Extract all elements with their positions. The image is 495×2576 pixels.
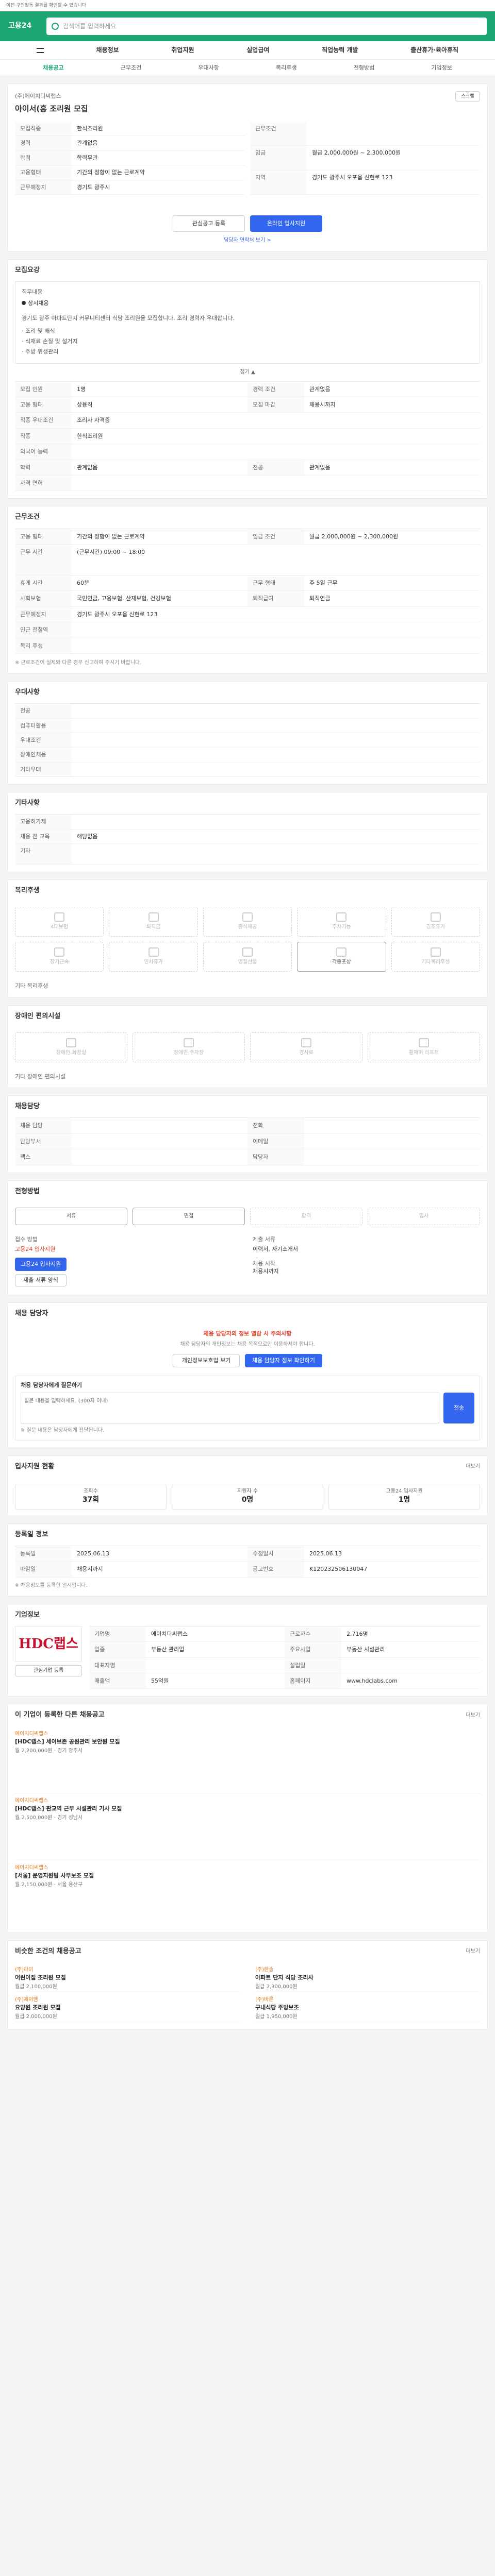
tab-item[interactable]: 근무조건 xyxy=(121,64,141,72)
job-card[interactable]: 에이치디씨랩스 [서울] 운영지원팀 사무보조 모집 월 2,150,000원 · … xyxy=(15,1860,480,1927)
recruiter-section: 채용담당 채용 담당 전화 담당부서 이메일 팩스 담당자 xyxy=(7,1095,488,1173)
summary-left: 모집직종 한식조리원 경력 관계없음 학력 학력무관 고용형태 기간의 정함이 없는 근… xyxy=(15,122,245,195)
tab-item[interactable]: 복리후생 xyxy=(276,64,296,72)
preference-section: 우대사항 전공 컴퓨터활용 우대조건 장애인채용 기타우대 xyxy=(7,681,488,785)
registration-section: 등록일 정보 등록일 2025.06.13 수정일시 2025.06.13 마감일 채용… xyxy=(7,1523,488,1597)
facility-item: 휠체어 리프트 xyxy=(368,1032,480,1062)
welfare-item: 기타복리후생 xyxy=(391,942,480,972)
job-card[interactable]: (주)바른 구내식당 주방보조 월급 1,950,000원 xyxy=(255,1992,480,2022)
welfare-section: 복리후생 4대보험 퇴직금 중식제공 주차가능 경조휴가 장기근속 연차휴가 명… xyxy=(7,879,488,998)
favorite-button[interactable]: 관심공고 등록 xyxy=(173,215,245,232)
step-item: 합격 xyxy=(250,1207,362,1225)
fold-toggle[interactable]: 접기 ▲ xyxy=(8,369,487,376)
facility-item: 장애인 화장실 xyxy=(15,1032,127,1062)
accessibility-section: 장애인 편의시설 장애인 화장실 장애인 주차장 경사로 휠체어 리프트 기타 … xyxy=(7,1005,488,1089)
contact-section: 채용 담당자 채용 담당자의 정보 열람 시 주의사항 채용 담당자의 개인정보… xyxy=(7,1302,488,1448)
apply-status-section: 입사지원 현황 더보기 조회수 37회 지원자 수 0명 고용24 입사지원 1명 xyxy=(7,1455,488,1516)
tab-item[interactable]: 우대사항 xyxy=(198,64,219,72)
tab-item[interactable]: 전형방법 xyxy=(354,64,374,72)
view-contact-button[interactable]: 채용 담당자 정보 확인하기 xyxy=(244,1354,322,1368)
recruit-section: 모집요강 직무내용 상시채용 경기도 광주 아파트단지 커뮤니티센터 식당 조리… xyxy=(7,259,488,499)
main-nav: 채용정보 취업지원 실업급여 직업능력 개발 출산휴가·육아휴직 xyxy=(0,41,495,60)
welfare-item: 각종포상 xyxy=(297,942,386,972)
similar-jobs-section: 비슷한 조건의 채용공고 더보기 (주)라미 어린이집 조리원 모집 월급 2,100… xyxy=(7,1940,488,2030)
scrap-button[interactable]: 스크랩 xyxy=(455,91,480,101)
job-card[interactable]: 에이치디씨랩스 [HDC랩스] 세이브존 공원관리 보안원 모집 월 2,200,0… xyxy=(15,1726,480,1793)
method-section: 전형방법 서류 면접 합격 입사 접수 방법 고용24 입사지원 고용24 입사… xyxy=(7,1180,488,1295)
etc-section: 기타사항 고용허가제 채용 전 교육 해당없음 기타 xyxy=(7,792,488,873)
job-card[interactable]: (주)라미 어린이집 조리원 모집 월급 2,100,000원 xyxy=(15,1962,240,1992)
tab-item[interactable]: 채용공고 xyxy=(43,64,63,72)
nav-item[interactable]: 직업능력 개발 xyxy=(322,46,358,55)
welfare-item: 명절선물 xyxy=(203,942,292,972)
welfare-item: 중식제공 xyxy=(203,907,292,937)
step-item: 입사 xyxy=(368,1207,480,1225)
question-input[interactable] xyxy=(21,1392,439,1423)
conditions-section: 근무조건 고용 형태 기간의 정함이 없는 근로계약 임금 조건 월급 2,000,0… xyxy=(7,506,488,674)
header-bar: 고용24 검색어를 입력하세요 xyxy=(0,11,495,41)
facility-item: 경사로 xyxy=(250,1032,362,1062)
nav-item[interactable]: 출산휴가·육아휴직 xyxy=(410,46,458,55)
other-jobs-section: 이 기업이 등록한 다른 채용공고 더보기 에이치디씨랩스 [HDC랩스] 세이브존… xyxy=(7,1704,488,1933)
follow-company-button[interactable]: 관심기업 등록 xyxy=(15,1665,82,1676)
section-tabs: 채용공고 근무조건 우대사항 복리후생 전형방법 기업정보 xyxy=(0,60,495,76)
contact-link[interactable]: 담당자 연락처 보기 > xyxy=(15,237,480,244)
step-item: 면접 xyxy=(133,1207,245,1225)
job-card[interactable]: (주)한솔 아파트 단지 식당 조리사 월급 2,300,000원 xyxy=(255,1962,480,1992)
site-logo[interactable]: 고용24 xyxy=(8,21,41,31)
welfare-item: 경조휴가 xyxy=(391,907,480,937)
top-notice: 이전 구인활동 결과를 확인할 수 있습니다 xyxy=(0,0,495,11)
nav-item[interactable]: 취업지원 xyxy=(171,46,194,55)
form-download-button[interactable]: 제출 서류 양식 xyxy=(15,1274,67,1286)
menu-icon[interactable] xyxy=(36,47,44,53)
facility-item: 장애인 주차장 xyxy=(133,1032,245,1062)
apply-button[interactable]: 온라인 입사지원 xyxy=(250,215,322,232)
search-icon xyxy=(52,23,59,30)
job-card[interactable]: (주)제이엠 요양원 조리원 모집 월급 2,000,000원 xyxy=(15,1992,240,2022)
welfare-item: 연차휴가 xyxy=(109,942,198,972)
send-button[interactable]: 전송 xyxy=(443,1392,474,1423)
company-section: 기업정보 HDC랩스 관심기업 등록 기업명 에이치디씨랩스 근로자수 2,716명 … xyxy=(7,1603,488,1697)
step-item: 서류 xyxy=(15,1207,127,1225)
company-logo: HDC랩스 xyxy=(15,1625,82,1662)
company-name: (주)에이치디씨랩스 xyxy=(15,93,61,100)
privacy-button[interactable]: 개인정보보호법 보기 xyxy=(173,1354,240,1368)
welfare-item: 주차가능 xyxy=(297,907,386,937)
search-input[interactable]: 검색어를 입력하세요 xyxy=(46,18,487,35)
apply-button[interactable]: 고용24 입사지원 xyxy=(15,1257,67,1271)
nav-item[interactable]: 실업급여 xyxy=(246,46,269,55)
job-title: 아이서(흥 조리원 모집 xyxy=(15,104,88,113)
welfare-item: 퇴직금 xyxy=(109,907,198,937)
tab-item[interactable]: 기업정보 xyxy=(431,64,452,72)
welfare-item: 4대보험 xyxy=(15,907,104,937)
job-card[interactable]: 에이치디씨랩스 [HDC랩스] 판교역 근무 시설관리 기사 모집 월 2,500,… xyxy=(15,1793,480,1860)
job-summary: (주)에이치디씨랩스 스크랩 아이서(흥 조리원 모집 모집직종 한식조리원 경력… xyxy=(7,83,488,252)
nav-item[interactable]: 채용정보 xyxy=(96,46,119,55)
summary-right: 근무조건 임금 월급 2,000,000원 ~ 2,300,000원 지역 경기도 … xyxy=(250,122,480,195)
welfare-item: 장기근속 xyxy=(15,942,104,972)
